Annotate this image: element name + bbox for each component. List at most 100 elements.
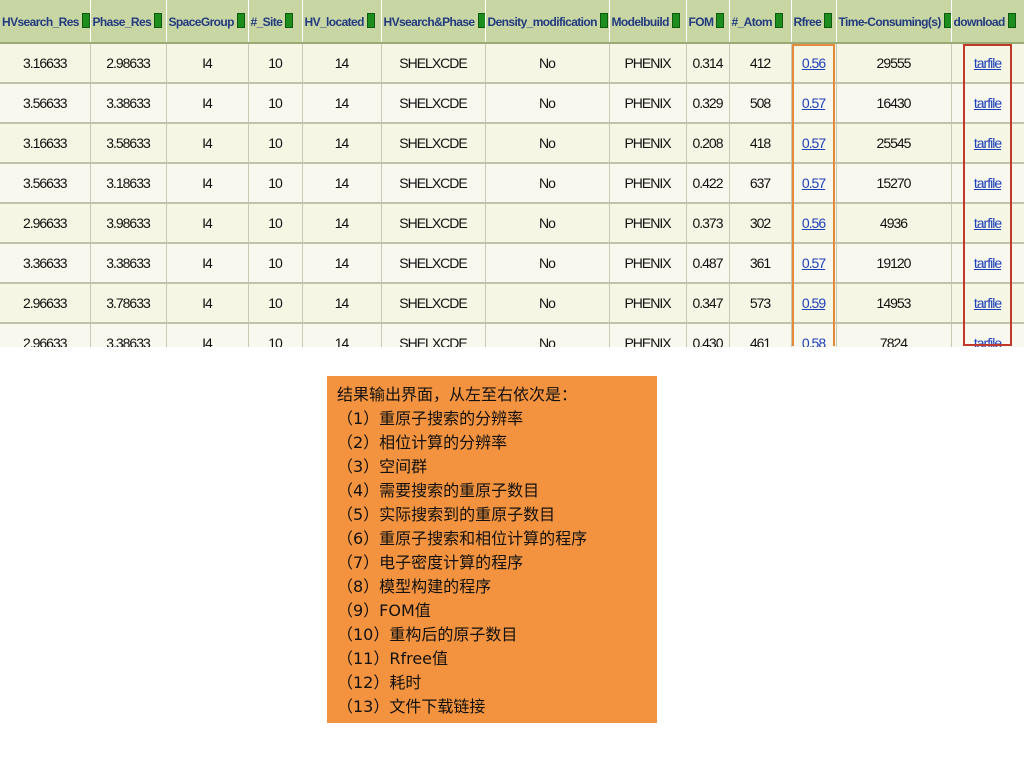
cell-value: I4	[202, 95, 213, 111]
notes-line: （9）FOM值	[337, 601, 431, 620]
table-cell: 25545	[836, 123, 952, 164]
cell-value: 2.96633	[22, 215, 68, 231]
cell-value: I4	[202, 335, 213, 347]
table-cell: 361	[729, 243, 792, 284]
sort-icon[interactable]	[943, 13, 950, 28]
rfree-link[interactable]: 0.57	[802, 95, 826, 111]
table-cell: SHELXCDE	[381, 203, 486, 244]
rfree-link[interactable]: 0.57	[802, 175, 826, 191]
cell-value: SHELXCDE	[399, 135, 467, 151]
table-cell: I4	[166, 283, 249, 324]
column-header[interactable]: Rfree	[791, 0, 837, 44]
sort-icon[interactable]	[477, 13, 484, 28]
sort-icon[interactable]	[1007, 13, 1016, 28]
table-cell: PHENIX	[609, 283, 687, 324]
table-cell: 0.373	[686, 203, 730, 244]
table-cell: tarfile	[951, 123, 1024, 164]
column-header[interactable]: Modelbuild	[609, 0, 687, 44]
cell-value: 3.56633	[22, 175, 68, 191]
notes-line: （7）电子密度计算的程序	[337, 553, 524, 572]
table-cell: 15270	[836, 163, 952, 204]
cell-value: 14953	[876, 295, 912, 311]
cell-value: 14	[334, 95, 350, 111]
cell-value: SHELXCDE	[399, 255, 467, 271]
table-cell: 412	[729, 43, 792, 84]
rfree-link[interactable]: 0.59	[802, 295, 826, 311]
sort-icon[interactable]	[716, 13, 725, 28]
sort-icon[interactable]	[824, 13, 833, 28]
tarfile-download-link[interactable]: tarfile	[974, 335, 1002, 347]
table-cell: 3.58633	[90, 123, 167, 164]
tarfile-download-link[interactable]: tarfile	[974, 95, 1002, 111]
table-cell: 3.16633	[0, 43, 91, 84]
column-header-label: HVsearch_Res	[2, 15, 79, 29]
table-cell: 3.38633	[90, 83, 167, 124]
table-cell: 10	[248, 83, 303, 124]
table-cell: I4	[166, 163, 249, 204]
table-cell: I4	[166, 243, 249, 284]
rfree-link[interactable]: 0.56	[802, 55, 826, 71]
table-cell: No	[485, 123, 610, 164]
table-cell: No	[485, 243, 610, 284]
table-cell: 16430	[836, 83, 952, 124]
rfree-link[interactable]: 0.57	[802, 135, 826, 151]
sort-icon[interactable]	[154, 13, 163, 28]
table-cell: 0.59	[791, 283, 837, 324]
rfree-link[interactable]: 0.57	[802, 255, 826, 271]
column-header[interactable]: FOM	[686, 0, 730, 44]
tarfile-download-link[interactable]: tarfile	[974, 55, 1002, 71]
column-header[interactable]: HVsearch&Phase	[381, 0, 486, 44]
column-header[interactable]: HVsearch_Res	[0, 0, 91, 44]
tarfile-download-link[interactable]: tarfile	[974, 175, 1002, 191]
column-header[interactable]: download	[951, 0, 1024, 44]
cell-value: 2.98633	[106, 55, 151, 71]
column-header[interactable]: Phase_Res	[90, 0, 167, 44]
cell-value: 361	[749, 255, 771, 271]
cell-value: 418	[749, 135, 771, 151]
column-header[interactable]: HV_located	[302, 0, 382, 44]
rfree-link[interactable]: 0.58	[802, 335, 826, 347]
table-cell: 7824	[836, 323, 952, 347]
column-header[interactable]: Time-Consuming(s)	[836, 0, 952, 44]
sort-icon[interactable]	[599, 13, 608, 28]
cell-value: 10	[268, 295, 283, 311]
table-cell: 0.329	[686, 83, 730, 124]
column-header-label: HVsearch&Phase	[383, 15, 476, 29]
column-header[interactable]: #_Atom	[729, 0, 792, 44]
cell-value: 14	[334, 295, 350, 311]
sort-icon[interactable]	[285, 13, 294, 28]
rfree-link[interactable]: 0.56	[802, 215, 826, 231]
tarfile-download-link[interactable]: tarfile	[974, 215, 1002, 231]
cell-value: 10	[268, 215, 283, 231]
sort-icon[interactable]	[671, 13, 680, 28]
cell-value: PHENIX	[624, 295, 671, 311]
column-header[interactable]: #_Site	[248, 0, 303, 44]
cell-value: 3.36633	[22, 255, 68, 271]
table-cell: 2.96633	[0, 203, 91, 244]
cell-value: PHENIX	[624, 95, 671, 111]
tarfile-download-link[interactable]: tarfile	[974, 255, 1002, 271]
table-cell: No	[485, 323, 610, 347]
cell-value: SHELXCDE	[399, 295, 467, 311]
table-cell: PHENIX	[609, 203, 687, 244]
column-header[interactable]: SpaceGroup	[166, 0, 249, 44]
sort-icon[interactable]	[774, 13, 783, 28]
cell-value: 10	[268, 335, 283, 347]
table-cell: SHELXCDE	[381, 163, 486, 204]
cell-value: 508	[749, 95, 771, 111]
table-cell: 10	[248, 323, 303, 347]
tarfile-download-link[interactable]: tarfile	[974, 135, 1002, 151]
cell-value: 14	[334, 175, 350, 191]
tarfile-download-link[interactable]: tarfile	[974, 295, 1002, 311]
table-cell: 14	[302, 163, 382, 204]
table-cell: SHELXCDE	[381, 123, 486, 164]
column-header[interactable]: Density_modification	[485, 0, 610, 44]
table-cell: 4936	[836, 203, 952, 244]
table-cell: 14	[302, 323, 382, 347]
table-row: 2.96633 3.78633 I4 10 14 SHELXCDE No PHENIX 0.34…	[0, 283, 1024, 324]
notes-line: （12）耗时	[337, 673, 422, 692]
sort-icon[interactable]	[81, 13, 89, 28]
sort-icon[interactable]	[366, 13, 375, 28]
table-cell: 3.78633	[90, 283, 167, 324]
sort-icon[interactable]	[236, 13, 245, 28]
